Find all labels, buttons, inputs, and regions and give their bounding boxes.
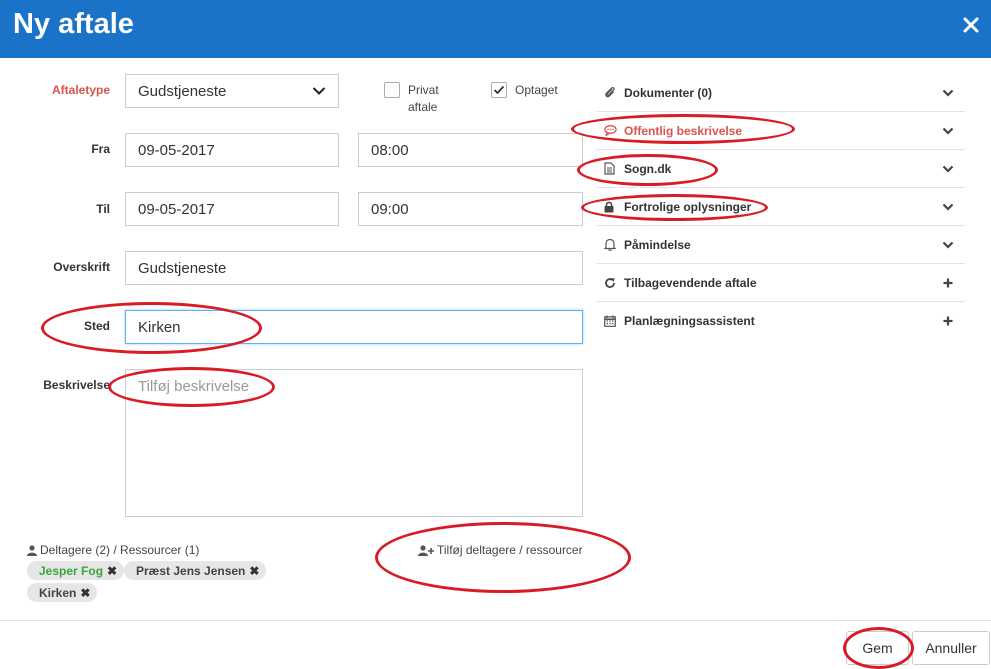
accordion-tilbagevendende-aftale[interactable]: Tilbagevendende aftale	[596, 264, 965, 302]
participant-tag: Kirken ✖	[27, 583, 98, 602]
til-label: Til	[96, 202, 110, 216]
accordion-offentlig-beskrivelse[interactable]: Offentlig beskrivelse	[596, 112, 965, 150]
fra-label: Fra	[91, 142, 110, 156]
sted-input[interactable]: Kirken	[125, 310, 583, 344]
chevron-down-icon	[312, 87, 326, 95]
participant-tag-label: Kirken	[39, 585, 77, 600]
add-participants-button[interactable]: Tilføj deltagere / ressourcer	[418, 543, 583, 557]
overskrift-input[interactable]: Gudstjeneste	[125, 251, 583, 285]
chevron-down-icon	[942, 127, 954, 135]
privat-checkbox[interactable]	[384, 82, 400, 98]
fra-date-input[interactable]: 09-05-2017	[125, 133, 339, 167]
accordion-dokumenter[interactable]: Dokumenter (0)	[596, 74, 965, 112]
chevron-down-icon	[942, 165, 954, 173]
overskrift-label: Overskrift	[53, 260, 110, 274]
save-button[interactable]: Gem	[846, 631, 909, 665]
bell-icon	[604, 238, 616, 251]
accordion-planlaegningsassistent[interactable]: Planlægningsassistent	[596, 302, 965, 340]
cancel-button[interactable]: Annuller	[912, 631, 990, 665]
paperclip-icon	[605, 87, 615, 98]
participant-tag: Præst Jens Jensen ✖	[124, 561, 267, 580]
privat-label: Privat aftale	[408, 83, 439, 114]
checkmark-icon	[493, 85, 505, 95]
close-icon	[963, 17, 979, 33]
sted-label: Sted	[83, 319, 110, 333]
accordion-sogn-dk[interactable]: Sogn.dk	[596, 150, 965, 188]
user-icon	[27, 544, 37, 556]
remove-tag-icon[interactable]: ✖	[249, 564, 259, 578]
accordion-fortrolige-oplysninger[interactable]: Fortrolige oplysninger	[596, 188, 965, 226]
remove-tag-icon[interactable]: ✖	[80, 586, 90, 600]
aftaletype-value: Gudstjeneste	[138, 82, 227, 100]
calendar-icon	[604, 315, 616, 327]
beskrivelse-placeholder: Tilføj beskrivelse	[138, 378, 250, 395]
user-plus-icon	[418, 544, 434, 556]
lock-icon	[604, 201, 614, 212]
footer-divider	[0, 620, 991, 621]
accordion-paamindelse[interactable]: Påmindelse	[596, 226, 965, 264]
participant-tag: Jesper Fog ✖	[27, 561, 125, 580]
aftaletype-label: Aftaletype	[51, 83, 110, 97]
optaget-checkbox[interactable]	[491, 82, 507, 98]
chevron-down-icon	[942, 241, 954, 249]
remove-tag-icon[interactable]: ✖	[107, 564, 117, 578]
dialog-header	[0, 0, 991, 58]
beskrivelse-label: Beskrivelse	[43, 378, 110, 392]
plus-icon	[943, 278, 953, 287]
aftaletype-select[interactable]: Gudstjeneste	[125, 74, 339, 108]
document-icon	[604, 162, 615, 175]
annotation-oval	[375, 522, 631, 593]
fra-time-input[interactable]: 08:00	[358, 133, 583, 167]
beskrivelse-textarea[interactable]: Tilføj beskrivelse	[125, 369, 583, 517]
til-date-input[interactable]: 09-05-2017	[125, 192, 339, 226]
chevron-down-icon	[942, 89, 954, 97]
speech-bubble-icon	[604, 125, 617, 136]
til-time-input[interactable]: 09:00	[358, 192, 583, 226]
close-button[interactable]	[955, 8, 987, 42]
optaget-label: Optaget	[515, 83, 558, 97]
refresh-icon	[605, 277, 615, 288]
chevron-down-icon	[942, 203, 954, 211]
participants-summary: Deltagere (2) / Ressourcer (1)	[27, 543, 199, 557]
participant-tag-label: Jesper Fog	[39, 563, 104, 578]
dialog-title: Ny aftale	[13, 8, 134, 40]
participant-tag-label: Præst Jens Jensen	[136, 563, 246, 578]
plus-icon	[943, 316, 953, 326]
